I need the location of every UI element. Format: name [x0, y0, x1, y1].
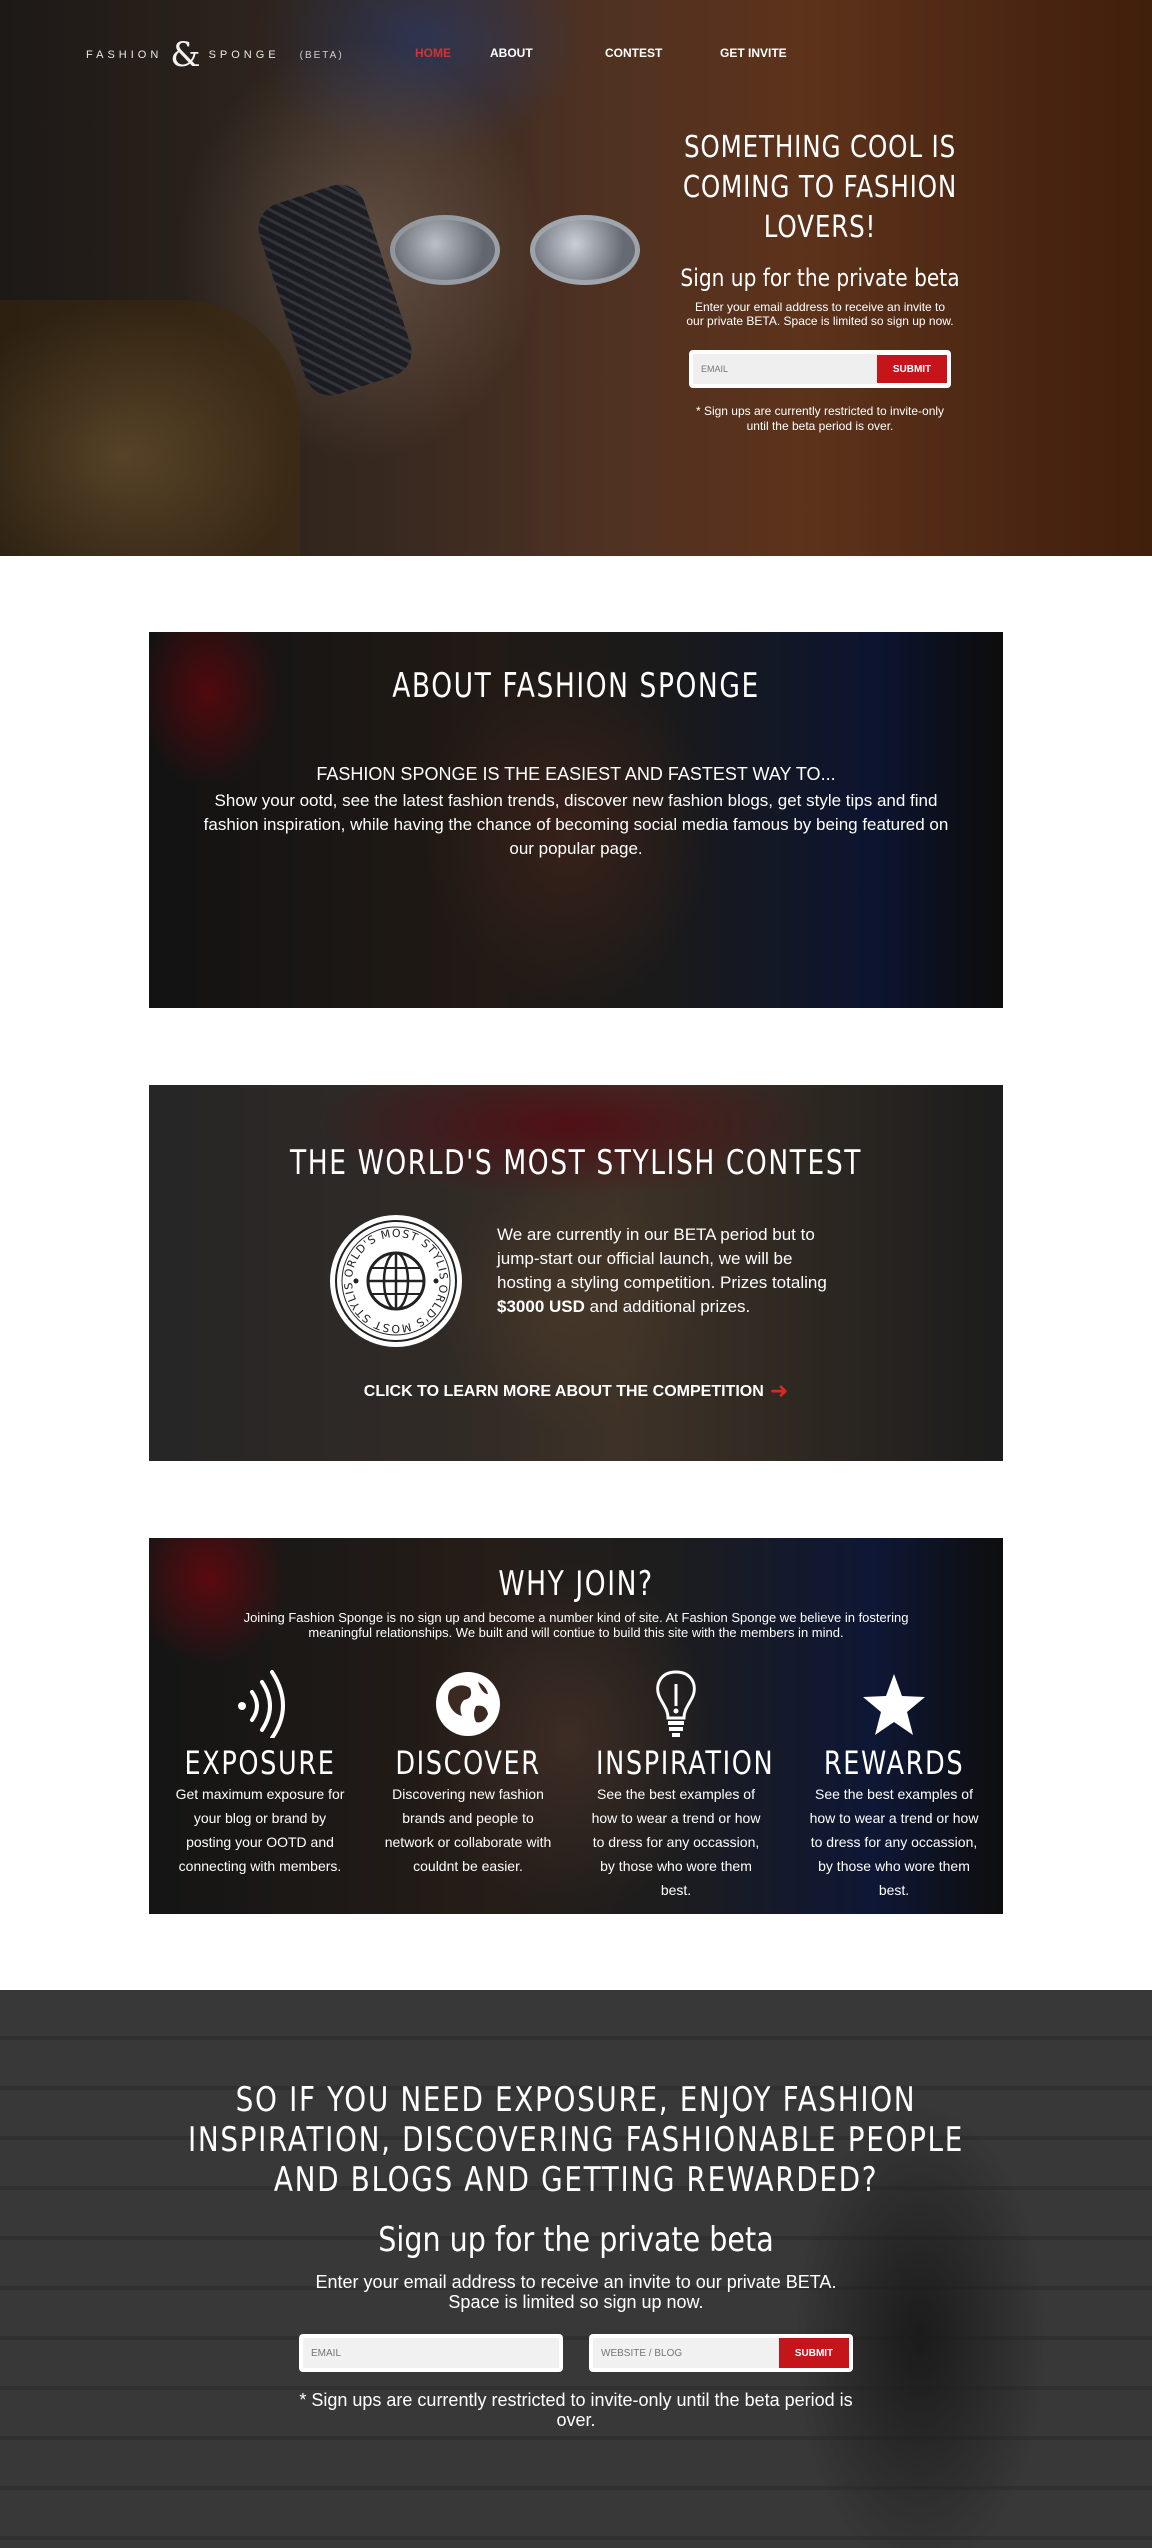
footer-signup-form: SUBMIT [0, 2334, 1152, 2372]
why-title: WHY JOIN? [498, 1564, 654, 1604]
footer-lead-text: Enter your email address to receive an i… [315, 2272, 837, 2312]
signal-waves-icon [160, 1668, 360, 1738]
feature-exposure: EXPOSURE Get maximum exposure for your b… [160, 1668, 360, 1878]
hero-subheadline: Sign up for the private beta [680, 264, 960, 292]
feature-text: See the best examples of how to wear a t… [809, 1786, 979, 1898]
feature-inspiration: INSPIRATION See the best examples of how… [576, 1668, 776, 1902]
arrow-right-icon: ➜ [769, 1378, 789, 1403]
contest-title: THE WORLD'S MOST STYLISH CONTEST [289, 1143, 862, 1183]
footer-website-input[interactable] [593, 2338, 779, 2368]
why-intro: Joining Fashion Sponge is no sign up and… [243, 1610, 909, 1640]
about-title: ABOUT FASHION SPONGE [392, 666, 760, 706]
contest-description: We are currently in our BETA period but … [497, 1225, 827, 1316]
hero-signup: SOMETHING COOL IS COMING TO FASHION LOVE… [620, 128, 1020, 434]
hero-headline: SOMETHING COOL IS COMING TO FASHION LOVE… [682, 130, 958, 245]
hero-lead-text: Enter your email address to receive an i… [686, 300, 954, 328]
globe-icon [368, 1668, 568, 1738]
hero-email-input[interactable] [693, 354, 877, 384]
feature-title: REWARDS [823, 1744, 965, 1782]
feature-text: Get maximum exposure for your blog or br… [175, 1786, 345, 1874]
hero-submit-button[interactable]: SUBMIT [877, 355, 947, 383]
footer-email-input[interactable] [303, 2338, 559, 2368]
footer-website-field: SUBMIT [589, 2334, 853, 2372]
footer-headline: SO IF YOU NEED EXPOSURE, ENJOY FASHION I… [188, 2080, 964, 2200]
hero-signup-form: SUBMIT [689, 350, 951, 388]
feature-rewards: REWARDS See the best examples of how to … [794, 1668, 994, 1902]
about-description: Show your ootd, see the latest fashion t… [203, 791, 949, 858]
feature-text: Discovering new fashion brands and peopl… [384, 1786, 552, 1874]
footer-subheadline: Sign up for the private beta [378, 2220, 774, 2260]
footer-signup-section: SO IF YOU NEED EXPOSURE, ENJOY FASHION I… [0, 1990, 1152, 2548]
feature-text: See the best examples of how to wear a t… [591, 1786, 761, 1898]
hero-section: FASHION & SPONGE (BETA) HOME ABOUT CONTE… [0, 0, 1152, 556]
main-nav: HOME ABOUT CONTEST GET INVITE [0, 46, 1152, 66]
footer-invite-note: * Sign ups are currently restricted to i… [299, 2390, 853, 2430]
about-tagline: FASHION SPONGE IS THE EASIEST AND FASTES… [316, 764, 836, 784]
contest-cta-label: CLICK TO LEARN MORE ABOUT THE COMPETITIO… [363, 1383, 764, 1400]
feature-title: DISCOVER [395, 1744, 541, 1782]
feature-title: INSPIRATION [596, 1744, 775, 1782]
contest-badge-icon: WORLD'S MOST STYLISH WORLD'S MOST STYLIS… [330, 1215, 462, 1347]
lightbulb-icon [576, 1668, 776, 1738]
footer-submit-button[interactable]: SUBMIT [779, 2338, 849, 2368]
contest-section: THE WORLD'S MOST STYLISH CONTEST WORLD'S… [149, 1085, 1003, 1461]
feature-discover: DISCOVER Discovering new fashion brands … [368, 1668, 568, 1878]
hero-invite-note: * Sign ups are currently restricted to i… [695, 404, 945, 433]
footer-email-field [299, 2334, 563, 2372]
about-section: ABOUT FASHION SPONGE FASHION SPONGE IS T… [149, 632, 1003, 1008]
why-join-section: WHY JOIN? Joining Fashion Sponge is no s… [149, 1538, 1003, 1914]
nav-item-contest[interactable]: CONTEST [605, 46, 662, 60]
contest-learn-more-link[interactable]: CLICK TO LEARN MORE ABOUT THE COMPETITIO… [149, 1378, 1003, 1404]
nav-item-about[interactable]: ABOUT [490, 46, 533, 60]
nav-item-get-invite[interactable]: GET INVITE [720, 46, 787, 60]
contest-prize-amount: $3000 USD [497, 1297, 585, 1316]
feature-title: EXPOSURE [184, 1744, 336, 1782]
nav-item-home[interactable]: HOME [415, 46, 451, 60]
star-icon [794, 1668, 994, 1738]
